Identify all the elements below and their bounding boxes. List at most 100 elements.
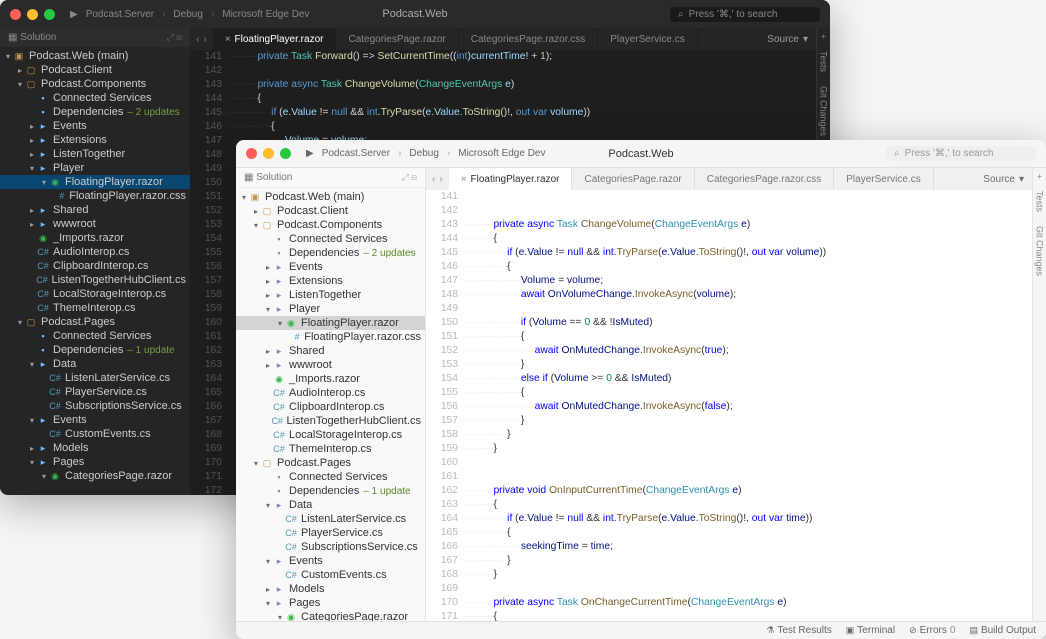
tree-item[interactable]: C#SubscriptionsService.cs bbox=[0, 399, 190, 413]
minimize-icon[interactable] bbox=[27, 9, 38, 20]
tree-item[interactable]: ▸▸Shared bbox=[236, 344, 425, 358]
source-dropdown[interactable]: Source ▾ bbox=[759, 28, 816, 50]
tree-item[interactable]: ▪Connected Services bbox=[0, 91, 190, 105]
pin-icon[interactable]: ⤢ ⊟ bbox=[402, 172, 417, 183]
add-icon[interactable]: + bbox=[821, 32, 826, 41]
editor-tab[interactable]: ×FloatingPlayer.razor bbox=[449, 168, 573, 190]
tree-item[interactable]: ▸▸Shared bbox=[0, 203, 190, 217]
git-tab[interactable]: Git Changes bbox=[819, 82, 829, 140]
pin-icon[interactable]: ⤢ ⊟ bbox=[167, 32, 182, 43]
tree-item[interactable]: C#CustomEvents.cs bbox=[236, 568, 425, 582]
tree-item[interactable]: C#ThemeInterop.cs bbox=[236, 442, 425, 456]
maximize-icon[interactable] bbox=[280, 148, 291, 159]
tree-item[interactable]: ▾◉FloatingPlayer.razor bbox=[0, 175, 190, 189]
tree-item[interactable]: C#ClipboardInterop.cs bbox=[236, 400, 425, 414]
tree-item[interactable]: C#ListenLaterService.cs bbox=[0, 371, 190, 385]
maximize-icon[interactable] bbox=[44, 9, 55, 20]
tree-item[interactable]: ▾▸Data bbox=[236, 498, 425, 512]
errors-button[interactable]: ⊘Errors 0 bbox=[909, 625, 955, 636]
tree-item[interactable]: ▸▸Models bbox=[0, 441, 190, 455]
tree-item[interactable]: ▸▸ListenTogether bbox=[0, 147, 190, 161]
tree-item[interactable]: ▸▢Podcast.Client bbox=[236, 204, 425, 218]
tree-item[interactable]: C#ThemeInterop.cs bbox=[0, 301, 190, 315]
editor-tab[interactable]: CategoriesPage.razor.css bbox=[695, 168, 835, 190]
tree-item[interactable]: ▾▢Podcast.Components bbox=[0, 77, 190, 91]
tree-item[interactable]: C#CustomEvents.cs bbox=[0, 427, 190, 441]
search-input[interactable]: ⌕ Press '⌘,' to search bbox=[886, 146, 1036, 161]
build-output-button[interactable]: ▤Build Output bbox=[969, 625, 1036, 636]
debug-target[interactable]: Podcast.Server bbox=[86, 9, 154, 20]
tree-item[interactable]: ▾▸Data bbox=[0, 357, 190, 371]
tests-tab[interactable]: Tests bbox=[819, 47, 829, 76]
tree-item[interactable]: ▸▸Events bbox=[236, 260, 425, 274]
tree-item[interactable]: ▸▸ListenTogether bbox=[236, 288, 425, 302]
tree-item[interactable]: ▾▸Pages bbox=[0, 455, 190, 469]
run-button[interactable]: ▶ bbox=[70, 9, 78, 20]
tree-root[interactable]: ▾▣Podcast.Web (main) bbox=[236, 190, 425, 204]
debug-config[interactable]: Debug bbox=[409, 148, 438, 159]
tree-item[interactable]: ▪Dependencies– 2 updates bbox=[236, 246, 425, 260]
tree-item[interactable]: ▸▸wwwroot bbox=[0, 217, 190, 231]
tree-item[interactable]: #FloatingPlayer.razor.css bbox=[0, 189, 190, 203]
tree-item[interactable]: C#ListenTogetherHubClient.cs bbox=[0, 273, 190, 287]
tree-item[interactable]: ▾▸Player bbox=[0, 161, 190, 175]
editor-tab[interactable]: CategoriesPage.razor.css bbox=[459, 28, 599, 50]
test-results-button[interactable]: ⚗Test Results bbox=[766, 625, 832, 636]
editor-tab[interactable]: CategoriesPage.razor bbox=[336, 28, 458, 50]
editor-tab[interactable]: ×FloatingPlayer.razor bbox=[213, 28, 337, 50]
tree-item[interactable]: ▸▸Events bbox=[0, 119, 190, 133]
close-tab-icon[interactable]: × bbox=[461, 174, 467, 185]
tree-item[interactable]: ▾▢Podcast.Components bbox=[236, 218, 425, 232]
debug-target[interactable]: Podcast.Server bbox=[322, 148, 390, 159]
tree-item[interactable]: ▪Dependencies– 1 update bbox=[236, 484, 425, 498]
tree-item[interactable]: C#ListenTogetherHubClient.cs bbox=[236, 414, 425, 428]
tree-item[interactable]: ▾▢Podcast.Pages bbox=[236, 456, 425, 470]
tests-tab[interactable]: Tests bbox=[1035, 187, 1045, 216]
tree-item[interactable]: ▸▸wwwroot bbox=[236, 358, 425, 372]
editor-tab[interactable]: PlayerService.cs bbox=[598, 28, 697, 50]
run-button[interactable]: ▶ bbox=[306, 148, 314, 159]
tree-item[interactable]: ▪Dependencies– 2 updates bbox=[0, 105, 190, 119]
tree-item[interactable]: ▾▸Events bbox=[0, 413, 190, 427]
tree-item[interactable]: C#PlayerService.cs bbox=[236, 526, 425, 540]
code-area[interactable]: ········private async Task ChangeVolume(… bbox=[466, 190, 1032, 621]
tree-item[interactable]: C#AudioInterop.cs bbox=[236, 386, 425, 400]
close-tab-icon[interactable]: × bbox=[225, 34, 231, 45]
code-editor[interactable]: 1411421431441451461471481491501511521531… bbox=[426, 190, 1032, 621]
tab-nav[interactable]: ‹› bbox=[190, 28, 213, 50]
window-controls[interactable] bbox=[10, 9, 55, 20]
tree-item[interactable]: ▾▸Events bbox=[236, 554, 425, 568]
debug-browser[interactable]: Microsoft Edge Dev bbox=[458, 148, 545, 159]
source-dropdown[interactable]: Source ▾ bbox=[975, 168, 1032, 190]
window-controls[interactable] bbox=[246, 148, 291, 159]
tree-item[interactable]: ▸▸Extensions bbox=[0, 133, 190, 147]
tree-item[interactable]: ◉_Imports.razor bbox=[0, 231, 190, 245]
tree-item[interactable]: ◉_Imports.razor bbox=[236, 372, 425, 386]
terminal-button[interactable]: ▣Terminal bbox=[846, 625, 895, 636]
tree-item[interactable]: ▾◉FloatingPlayer.razor bbox=[236, 316, 425, 330]
tree-item[interactable]: C#ClipboardInterop.cs bbox=[0, 259, 190, 273]
editor-tab[interactable]: CategoriesPage.razor bbox=[572, 168, 694, 190]
tree-item[interactable]: ▸▸Extensions bbox=[236, 274, 425, 288]
solution-tree[interactable]: ▾▣Podcast.Web (main)▸▢Podcast.Client▾▢Po… bbox=[0, 47, 190, 495]
search-input[interactable]: ⌕ Press '⌘,' to search bbox=[670, 7, 820, 22]
tree-root[interactable]: ▾▣Podcast.Web (main) bbox=[0, 49, 190, 63]
editor-tab[interactable]: PlayerService.cs bbox=[834, 168, 933, 190]
git-tab[interactable]: Git Changes bbox=[1035, 222, 1045, 280]
tree-item[interactable]: C#SubscriptionsService.cs bbox=[236, 540, 425, 554]
add-icon[interactable]: + bbox=[1037, 172, 1042, 181]
tree-item[interactable]: #FloatingPlayer.razor.css bbox=[236, 330, 425, 344]
minimize-icon[interactable] bbox=[263, 148, 274, 159]
tree-item[interactable]: ▪Connected Services bbox=[0, 329, 190, 343]
tree-item[interactable]: ▾▸Player bbox=[236, 302, 425, 316]
tree-item[interactable]: C#LocalStorageInterop.cs bbox=[236, 428, 425, 442]
solution-tree[interactable]: ▾▣Podcast.Web (main)▸▢Podcast.Client▾▢Po… bbox=[236, 188, 425, 621]
tree-item[interactable]: ▸▸Models bbox=[236, 582, 425, 596]
tree-item[interactable]: C#AudioInterop.cs bbox=[0, 245, 190, 259]
close-icon[interactable] bbox=[246, 148, 257, 159]
tree-item[interactable]: ▾▢Podcast.Pages bbox=[0, 315, 190, 329]
tree-item[interactable]: ▾▸Pages bbox=[236, 596, 425, 610]
debug-browser[interactable]: Microsoft Edge Dev bbox=[222, 9, 309, 20]
debug-config[interactable]: Debug bbox=[173, 9, 202, 20]
close-icon[interactable] bbox=[10, 9, 21, 20]
